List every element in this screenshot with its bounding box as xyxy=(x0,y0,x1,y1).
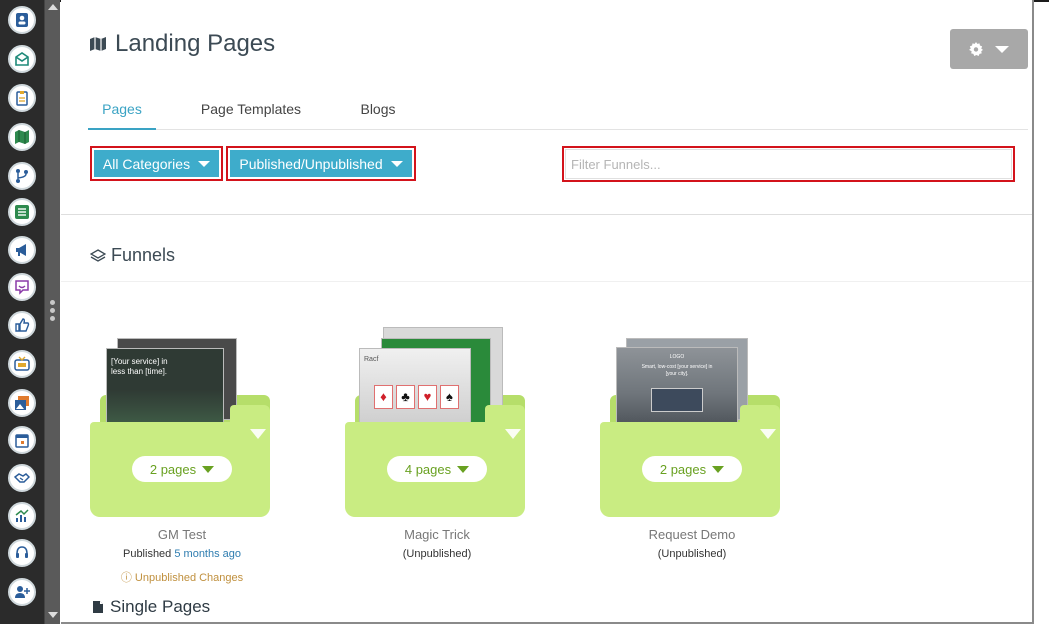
clipboard-icon[interactable] xyxy=(8,84,36,112)
chat-icon[interactable] xyxy=(8,273,36,301)
all-categories-label: All Categories xyxy=(102,155,191,172)
gear-icon xyxy=(969,42,983,56)
publish-status-label: Published/Unpublished xyxy=(239,155,383,172)
branch-icon[interactable] xyxy=(8,162,36,190)
caret-down-icon xyxy=(202,465,215,473)
layers-icon xyxy=(90,248,106,262)
playing-card-heart: ♥ xyxy=(418,385,437,409)
resize-handle[interactable] xyxy=(50,300,56,324)
email-icon[interactable] xyxy=(8,45,36,73)
pages-count: 2 pages xyxy=(149,461,197,477)
scroll-up-arrow[interactable] xyxy=(48,4,58,10)
file-icon xyxy=(93,601,103,613)
thumbnail-image xyxy=(651,388,703,412)
funnel-name[interactable]: GM Test xyxy=(90,527,274,542)
single-pages-heading: Single Pages xyxy=(92,597,210,617)
tab-page-templates[interactable]: Page Templates xyxy=(191,90,311,130)
pages-count: 4 pages xyxy=(404,461,452,477)
funnel-card-request-demo[interactable]: LOGO Smart, low-cost [your service] in [… xyxy=(600,330,790,590)
caret-down-icon xyxy=(712,465,725,473)
funnel-card-magic-trick[interactable]: Racf ♦ ♣ ♥ ♠ 4 pages Magic Trick (Unpubl… xyxy=(345,327,535,590)
page-title-text: Landing Pages xyxy=(115,30,276,57)
caret-down-icon xyxy=(457,465,470,473)
tab-bar: Pages Page Templates Blogs xyxy=(88,90,1028,130)
playing-card-spade: ♠ xyxy=(440,385,459,409)
page-title: Landing Pages xyxy=(89,30,275,58)
analytics-icon[interactable] xyxy=(8,502,36,530)
pages-count-dropdown[interactable]: 2 pages xyxy=(132,456,232,482)
info-circle-icon: ⓘ xyxy=(120,572,132,584)
funnel-icon xyxy=(505,429,521,439)
images-icon[interactable] xyxy=(8,389,36,417)
support-icon[interactable] xyxy=(8,539,36,567)
map-icon[interactable] xyxy=(8,123,36,151)
page-thumbnail: [Your service] in less than [time]. xyxy=(106,348,224,424)
settings-dropdown-button[interactable] xyxy=(950,29,1028,69)
add-user-icon[interactable] xyxy=(8,578,36,606)
publish-status-text: Published xyxy=(122,548,175,560)
funnel-status: (Unpublished) xyxy=(402,548,472,560)
funnels-heading-underline xyxy=(61,281,1032,282)
tab-blogs[interactable]: Blogs xyxy=(353,90,403,130)
playing-card-club: ♣ xyxy=(396,385,415,409)
filter-funnels-field xyxy=(562,146,1015,182)
all-categories-dropdown[interactable]: All Categories xyxy=(90,146,223,181)
funnel-status: Published 5 months ago xyxy=(90,548,274,560)
calendar-icon[interactable] xyxy=(8,426,36,454)
published-time: 5 months ago xyxy=(174,548,242,560)
tab-pages[interactable]: Pages xyxy=(88,90,156,130)
chevron-down-icon xyxy=(390,160,403,167)
handshake-icon[interactable] xyxy=(8,464,36,492)
funnels-heading: Funnels xyxy=(90,245,175,266)
thumbnail-headline: Smart, low-cost [your service] in xyxy=(641,364,713,370)
chevron-down-icon xyxy=(198,160,211,167)
thumbs-up-icon[interactable] xyxy=(8,311,36,339)
megaphone-icon[interactable] xyxy=(8,236,36,264)
playing-card-diamond: ♦ xyxy=(374,385,393,409)
thumbnail-headline: [your city]. xyxy=(665,371,689,377)
list-icon[interactable] xyxy=(8,198,36,226)
contacts-icon[interactable] xyxy=(8,6,36,34)
funnel-icon xyxy=(760,429,776,439)
chevron-down-icon xyxy=(995,45,1009,53)
section-divider xyxy=(61,214,1032,215)
funnel-name[interactable]: Magic Trick xyxy=(345,527,529,542)
pages-count-dropdown[interactable]: 2 pages xyxy=(642,456,742,482)
thumbnail-logo: LOGO xyxy=(669,354,685,360)
thumbnail-headline: less than [time]. xyxy=(111,367,168,376)
thumbnail-headline: [Your service] in xyxy=(111,357,168,366)
unpublished-changes-warning: ⓘ Unpublished Changes xyxy=(90,569,274,585)
funnel-status: (Unpublished) xyxy=(657,548,727,560)
filter-funnels-input[interactable] xyxy=(565,149,1012,179)
funnel-card-gm-test[interactable]: [Your service] in less than [time]. 2 pa… xyxy=(90,330,280,590)
map-icon xyxy=(90,37,106,51)
scroll-down-arrow[interactable] xyxy=(48,612,58,618)
tv-icon[interactable] xyxy=(8,350,36,378)
pages-count-dropdown[interactable]: 4 pages xyxy=(387,456,487,482)
single-pages-heading-text: Single Pages xyxy=(110,597,211,616)
warning-text: Unpublished Changes xyxy=(134,572,244,584)
page-thumbnail: Racf ♦ ♣ ♥ ♠ xyxy=(359,348,471,424)
funnel-name[interactable]: Request Demo xyxy=(600,527,784,542)
page-thumbnail: LOGO Smart, low-cost [your service] in [… xyxy=(616,347,738,425)
funnel-icon xyxy=(250,429,266,439)
thumbnail-text: Racf xyxy=(364,356,379,363)
funnels-heading-text: Funnels xyxy=(111,245,176,265)
main-content: Landing Pages Pages Page Templates Blogs… xyxy=(61,0,1034,624)
app-sidebar xyxy=(0,0,44,624)
publish-status-dropdown[interactable]: Published/Unpublished xyxy=(226,146,416,181)
sidebar-scrollbar[interactable] xyxy=(44,0,60,624)
pages-count: 2 pages xyxy=(659,461,707,477)
